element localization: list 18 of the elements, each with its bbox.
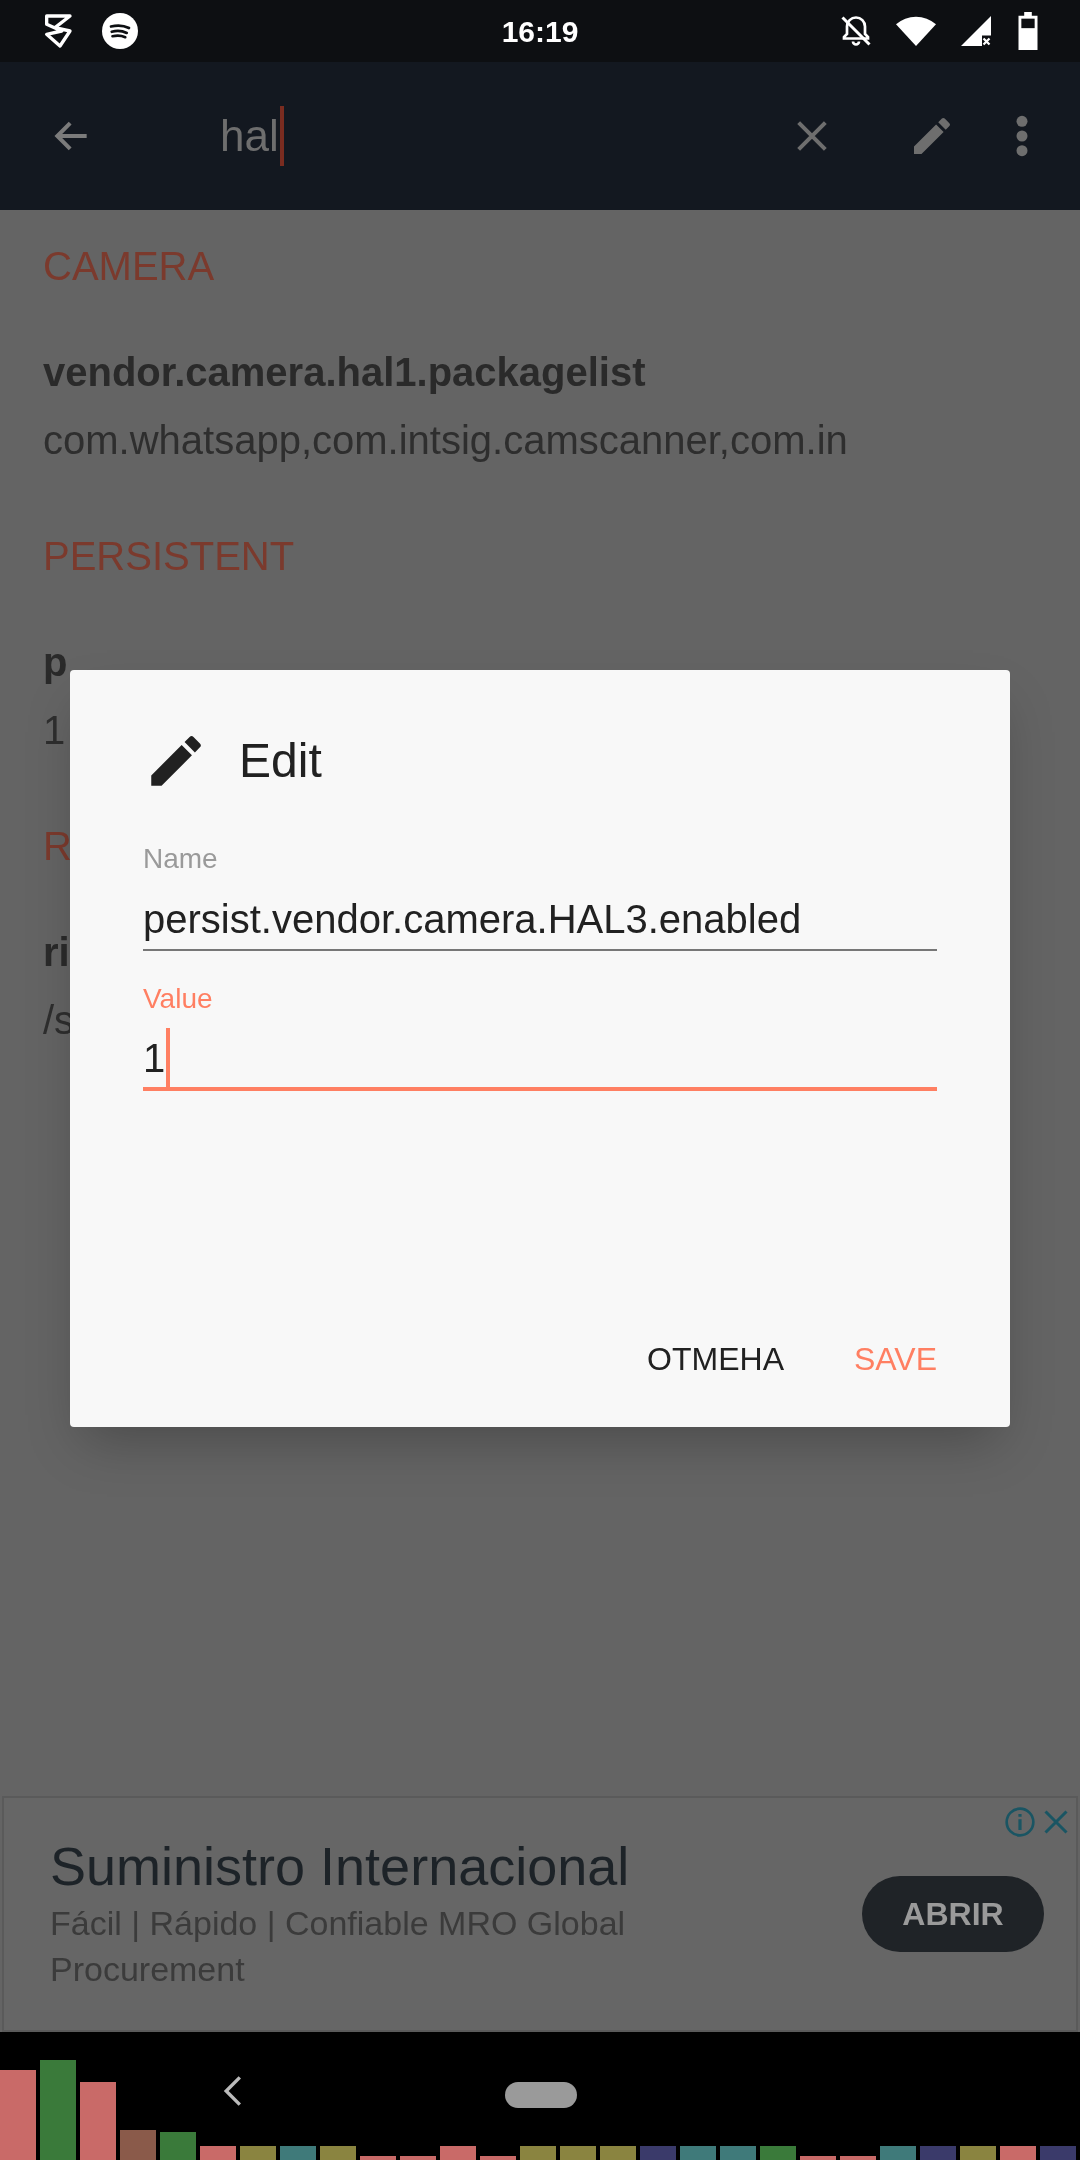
clock-time: 16:19: [501, 13, 579, 50]
property-name: ri: [43, 929, 70, 976]
property-name: p: [43, 639, 68, 686]
section-header: CAMERA: [43, 243, 215, 290]
section-header: PERSISTENT: [43, 533, 295, 580]
more-options-icon[interactable]: [1014, 114, 1030, 158]
input-field[interactable]: persist.vendor.camera.HAL3.enabled: [143, 889, 937, 951]
dialog-title: Edit: [239, 733, 322, 789]
field-label: Value: [143, 982, 213, 1016]
ad-title: Suministro Internacional: [50, 1835, 631, 1898]
property-name: vendor.camera.hal1.packagelist: [43, 349, 646, 396]
battery-icon: [1016, 12, 1040, 50]
home-handle[interactable]: [505, 2082, 577, 2108]
cancel-button[interactable]: ОТМЕНА: [647, 1337, 784, 1381]
field-label: Name: [143, 842, 218, 876]
input-field[interactable]: 1: [143, 1029, 937, 1091]
open-ad-button[interactable]: ABRIR: [862, 1876, 1044, 1952]
music-app-icon: [102, 13, 138, 49]
